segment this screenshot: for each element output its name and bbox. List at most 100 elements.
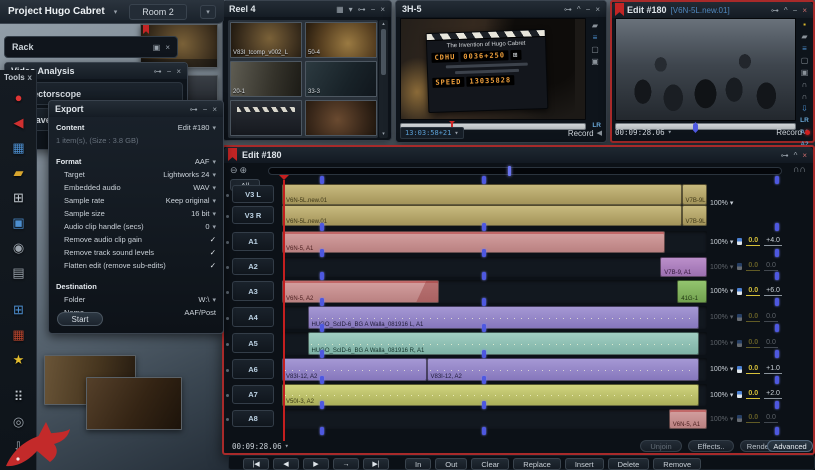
source-viewer-titlebar[interactable]: 3H-5 ⊶ ^ − × — [396, 1, 606, 17]
track-label-v3r[interactable]: V3 R — [232, 206, 274, 224]
track-lane[interactable]: V83I-12, A2V83I-12, A2 — [282, 358, 707, 381]
folder-icon[interactable]: ▰ — [801, 32, 807, 41]
timeline-clip[interactable]: V6N-5, A1 — [669, 409, 707, 429]
monitor-toggle-lr[interactable]: LR — [800, 116, 809, 125]
track-lane[interactable]: V6N-5, A241G-1 — [282, 280, 707, 303]
gain-level-value[interactable]: +1.0 — [764, 365, 782, 374]
track-level-percent[interactable]: 100% ▾ — [710, 391, 733, 399]
lock-icon[interactable]: ▪ — [803, 20, 806, 29]
timeline-clip[interactable]: V6N-5, A2 — [282, 280, 439, 303]
timeline-clip[interactable]: HUGO_ScID-6_BG A Walla_081916 R, A1 — [308, 332, 699, 355]
timeline-titlebar[interactable]: Edit #180 ⊶ ^ × — [224, 147, 813, 163]
folder-icon[interactable]: ▰ — [592, 21, 598, 30]
source-timecode[interactable]: 13:03:58+21▾ — [400, 127, 464, 139]
track-enable-dot[interactable] — [226, 266, 229, 269]
track-gain-controls[interactable]: 100% ▾0.0+2.0 — [710, 390, 782, 399]
export-icon[interactable]: ⇩ — [801, 104, 808, 113]
track-level-percent[interactable]: 100% ▾ — [710, 365, 733, 373]
gain-level-value[interactable]: 0.0 — [764, 262, 778, 271]
reel-thumbnail[interactable] — [230, 100, 302, 136]
timeline-clip[interactable]: HUGO_ScID-6_BG A Walla_081916 L, A1 — [308, 306, 699, 329]
export-row[interactable]: Sample rateKeep original▾ — [56, 194, 216, 207]
edit-video-frame[interactable] — [615, 18, 796, 121]
track-gain-controls[interactable]: 100% ▾0.0+6.0 — [710, 287, 782, 296]
timeline-clip[interactable]: V6N-5, A1 — [282, 231, 665, 253]
navigator-marker[interactable] — [508, 166, 511, 176]
scroll-down-icon[interactable]: ▾ — [382, 131, 385, 137]
timeline-clip[interactable]: V50I-3, A2 — [282, 384, 699, 406]
track-level-percent[interactable]: 100% ▾ — [710, 199, 733, 207]
timeline-clip[interactable]: V7B-9L — [682, 184, 708, 205]
timeline-navigator[interactable] — [268, 167, 782, 175]
maximize-icon[interactable]: ^ — [577, 5, 581, 14]
track-level-percent[interactable]: 100% ▾ — [710, 238, 733, 246]
track-enable-dot[interactable] — [226, 418, 229, 421]
track-label-a8[interactable]: A8 — [232, 410, 274, 427]
export-row[interactable]: FolderW:\▾ — [56, 293, 216, 306]
export-row-value[interactable]: Lightworks 24 — [163, 170, 209, 179]
track-enable-dot[interactable] — [226, 317, 229, 320]
checkmark-icon[interactable]: ✓ — [210, 261, 216, 270]
frames-icon[interactable]: ▣ — [591, 57, 599, 66]
timeline-zoom-controls[interactable]: ⊖⊕ — [230, 165, 249, 176]
track-enable-dot[interactable] — [226, 215, 229, 218]
out-button[interactable]: Out — [435, 458, 467, 470]
export-row[interactable]: ContentEdit #180▾ — [56, 121, 216, 134]
view-mode-icon[interactable]: ▦ — [336, 5, 344, 14]
track-label-a7[interactable]: A7 — [232, 385, 274, 404]
export-row-value[interactable]: W:\ — [198, 295, 209, 304]
clip-thumbnail[interactable] — [86, 377, 182, 430]
export-titlebar[interactable]: Export ⊶ − × — [49, 101, 223, 117]
timeline-clip[interactable]: V7B-9, A1 — [660, 257, 707, 277]
edit-viewer-titlebar[interactable]: Edit #180 [V6N-5L.new.01] ⊶ ^ − × — [612, 2, 813, 18]
track-gain-controls[interactable]: 100% ▾0.0+4.0 — [710, 237, 782, 246]
track-lane[interactable]: HUGO_ScID-6_BG A Walla_081916 L, A1 — [282, 306, 707, 329]
track-enable-dot[interactable] — [226, 291, 229, 294]
rack-bar[interactable]: Rack ▣ × — [4, 36, 178, 58]
timeline-clip[interactable]: V83I-12, A2 — [282, 358, 427, 381]
gain-level-value[interactable]: +6.0 — [764, 287, 782, 296]
start-button[interactable]: Start — [57, 312, 103, 326]
track-gain-controls[interactable]: 100% ▾ 0.0 0.0 — [710, 262, 778, 271]
playhead[interactable] — [283, 180, 285, 441]
step-forward-button[interactable]: → — [333, 458, 359, 470]
gain-level-value[interactable]: +2.0 — [764, 390, 782, 399]
clear-button[interactable]: Clear — [471, 458, 509, 470]
gain-trim-value[interactable]: 0.0 — [746, 237, 760, 246]
track-label-a1[interactable]: A1 — [232, 232, 274, 251]
export-row[interactable]: Embedded audioWAV▾ — [56, 181, 216, 194]
track-level-percent[interactable]: 100% ▾ — [710, 263, 733, 271]
reel-thumbnail[interactable]: 33-3 — [305, 61, 377, 97]
headphones-icon[interactable]: ∩ — [802, 92, 808, 101]
track-enable-dot[interactable] — [226, 194, 229, 197]
gain-trim-value[interactable]: 0.0 — [746, 287, 760, 296]
track-label-a4[interactable]: A4 — [232, 307, 274, 327]
minimize-icon[interactable]: − — [167, 67, 172, 76]
key-icon[interactable]: ⊶ — [190, 105, 198, 114]
export-row-value[interactable]: 0 — [205, 222, 209, 231]
export-row-value[interactable]: Keep original — [166, 196, 210, 205]
list-icon[interactable]: ≡ — [593, 33, 598, 42]
keyboard-icon[interactable]: ▤ — [0, 260, 37, 285]
gain-trim-value[interactable]: 0.0 — [746, 414, 760, 423]
track-level-percent[interactable]: 100% ▾ — [710, 415, 733, 423]
delete-button[interactable]: Delete — [608, 458, 650, 470]
monitor-icons[interactable]: ∩∩ — [793, 164, 806, 174]
track-label-v3l[interactable]: V3 L — [232, 185, 274, 203]
import-icon[interactable]: ◀ — [0, 110, 37, 135]
video-gain-controls[interactable]: 100% ▾ — [710, 199, 733, 207]
timeline-clip[interactable]: V6N-5L.new.01 — [282, 184, 682, 205]
project-title[interactable]: Project Hugo Cabret — [8, 6, 105, 17]
keypad-icon[interactable]: ⊞ — [0, 185, 37, 210]
gain-level-value[interactable]: 0.0 — [764, 313, 778, 322]
go-end-button[interactable]: ▶| — [363, 458, 389, 470]
checkmark-icon[interactable]: ✓ — [210, 235, 216, 244]
cube-icon[interactable]: ▣ — [0, 210, 37, 235]
in-button[interactable]: In — [405, 458, 431, 470]
gain-trim-value[interactable]: 0.0 — [746, 339, 760, 348]
reel-thumbnail[interactable]: 20-1 — [230, 61, 302, 97]
track-lane[interactable]: V6N-5L.new.01V7B-9L — [282, 184, 707, 205]
gain-trim-value[interactable]: 0.0 — [746, 262, 760, 271]
unjoin-button[interactable]: Unjoin — [640, 440, 682, 452]
track-label-a2[interactable]: A2 — [232, 258, 274, 275]
